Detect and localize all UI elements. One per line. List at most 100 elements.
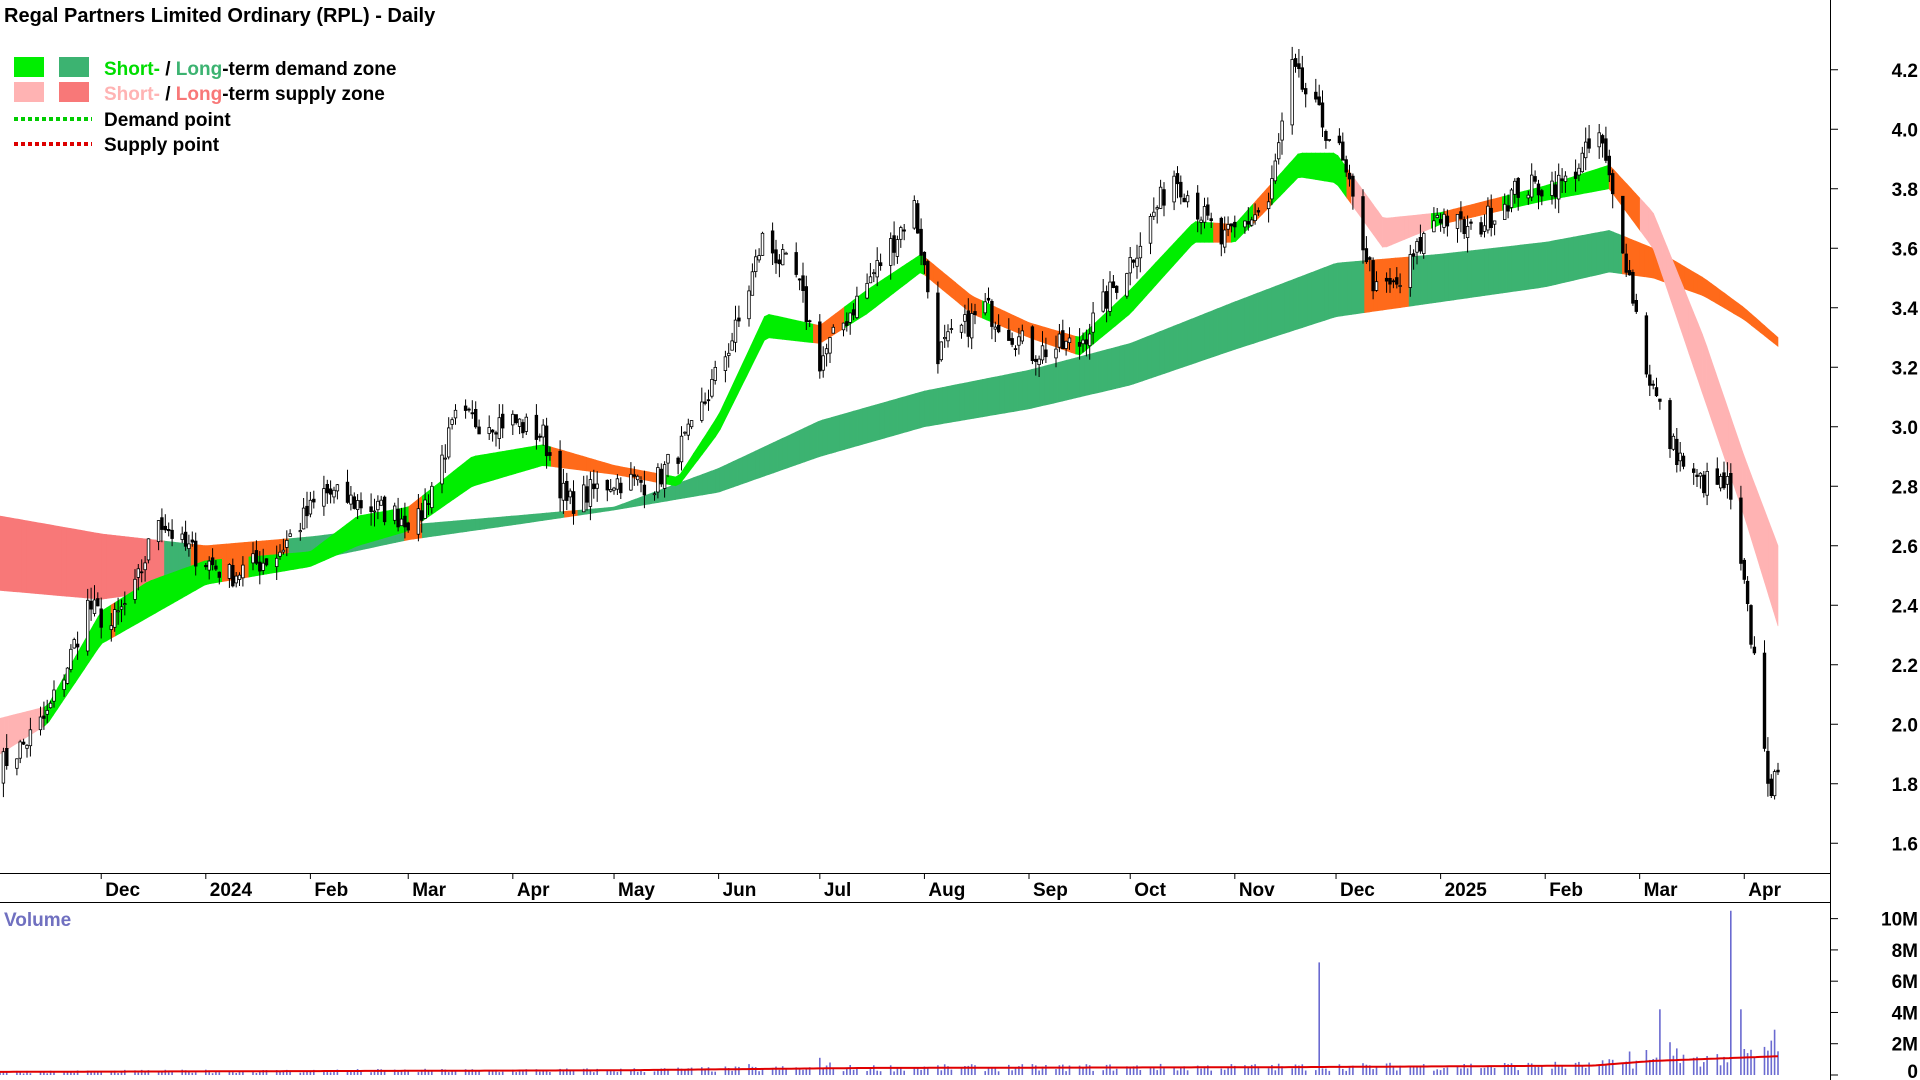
long-zone-segment [1688,268,1694,293]
long-zone-segment [999,374,1005,415]
candle-body [1418,236,1423,252]
short-zone-segment [795,319,801,342]
long-zone-segment [839,413,845,452]
long-zone-segment [893,398,899,436]
long-zone-segment [493,516,499,529]
candle-body [666,453,670,464]
long-zone-segment [30,521,36,594]
x-tick-label: Dec [1340,880,1375,901]
candle-body [1185,195,1190,203]
short-zone-segment [1595,167,1601,192]
short-zone-segment [675,473,681,487]
candle-body [1125,273,1129,297]
long-zone-segment [421,522,428,539]
long-zone-segment [1453,251,1459,301]
candle-body [1573,171,1578,179]
candle-body [450,419,454,425]
candle-body [426,503,431,505]
candle-body [1327,138,1331,141]
long-zone-segment [1164,327,1170,374]
long-zone-segment [1586,233,1592,278]
candle-body [1611,173,1615,195]
candle-body [133,578,137,600]
long-zone-segment [959,382,965,422]
x-axis: Dec 2024 Feb Mar Apr May Jun Jul Aug Sep Oct Nov Dec… [100,873,1782,901]
candle-body [639,479,643,483]
long-zone-segment [1702,276,1708,299]
candle-body [345,481,350,503]
candle-body [902,229,906,232]
long-zone-segment [1244,295,1250,347]
candle-body [1557,174,1561,200]
long-zone-segment [1448,252,1454,301]
candle-body [1678,452,1682,462]
long-zone-segment [1293,277,1299,331]
candle-body [1776,769,1780,773]
short-zone-segment [977,298,983,319]
short-zone-segment [119,596,125,634]
candle-body [190,539,194,543]
candle-body [1243,220,1247,228]
short-zone-segment [1373,204,1379,242]
candle-body [328,488,333,495]
candle-body [558,450,562,499]
short-zone-segment [137,584,143,624]
candle-body [396,508,400,528]
short-zone-segment [550,446,556,468]
long-zone-segment [1186,318,1192,367]
candle-body [494,432,498,435]
long-zone-segment [1715,286,1721,307]
candle-body [1395,277,1399,285]
long-zone-segment [808,423,814,461]
long-zone-segment [21,519,28,594]
short-zone-segment [719,402,725,430]
long-zone-segment [1559,238,1565,284]
long-zone-segment [1724,292,1730,312]
long-zone-segment [1484,248,1490,296]
volume-tick-label: 0 [1907,1062,1918,1080]
long-zone-segment [879,402,885,440]
short-zone-segment [1759,498,1765,583]
long-zone-segment [1639,242,1645,278]
candle-body [305,505,309,517]
long-zone-segment [1475,249,1481,298]
long-zone-segment [835,414,841,453]
candle-body [534,414,539,440]
candle-body [588,479,593,507]
short-zone-segment [1302,152,1308,179]
candle-body [1739,497,1743,564]
long-zone-segment [1533,242,1539,289]
long-zone-segment [439,521,445,536]
long-zone-segment [101,533,107,600]
candle-body [1054,348,1058,359]
long-zone-segment [1555,239,1561,285]
short-zone-segment [1159,252,1165,282]
candle-body [1226,223,1230,230]
candle-body [1101,291,1105,312]
legend-demand-long: Long [176,59,222,80]
legend-demand-sep: / [160,59,176,80]
long-zone-segment [648,492,654,505]
short-zone-segment [515,448,521,474]
short-zone-segment [181,567,187,599]
long-zone-segment [1764,325,1770,341]
candle-body [1624,253,1628,273]
candle-body [582,484,586,513]
long-zone-segment [1355,260,1361,315]
long-zone-segment [1057,361,1063,403]
short-zone-segment [17,712,23,744]
long-zone-segment [1133,339,1139,385]
candle-body [500,413,505,429]
long-zone-segment [773,440,779,474]
long-zone-segment [1208,309,1214,359]
short-zone-segment [1751,475,1757,554]
candle-body [487,427,491,434]
long-zone-segment [1746,309,1752,326]
long-zone-segment [857,408,863,447]
short-zone-segment [813,323,819,344]
short-zone-segment [728,383,734,412]
candle-body [264,558,269,566]
candle-body [1705,470,1709,496]
legend-demand-rest: -term demand zone [222,59,396,80]
long-zone-segment [1488,247,1494,296]
